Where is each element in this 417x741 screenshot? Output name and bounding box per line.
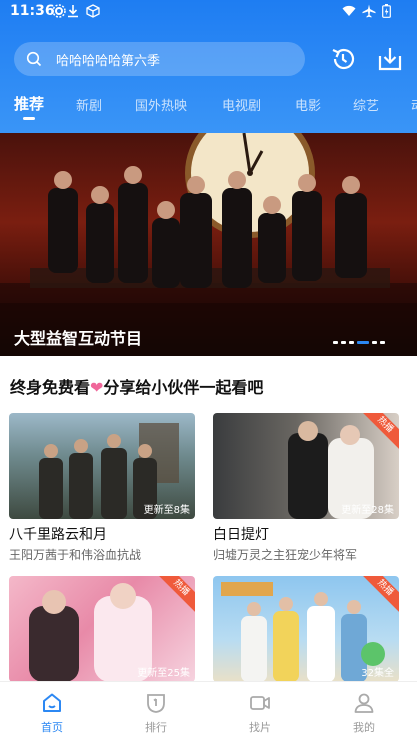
- history-button-icon[interactable]: [329, 45, 357, 73]
- tab-movies[interactable]: 电影: [295, 95, 321, 114]
- ranking-icon: [147, 694, 165, 713]
- heart-icon: ❤: [90, 378, 104, 397]
- carousel-dot: [380, 341, 385, 344]
- carousel-dot-active: [357, 341, 369, 344]
- status-bar: 11:36: [0, 0, 417, 26]
- tab-foreign-hits[interactable]: 国外热映: [135, 95, 187, 114]
- download-button-icon[interactable]: [376, 45, 404, 73]
- tab-recommend[interactable]: 推荐: [14, 93, 44, 114]
- banner-image: [0, 133, 417, 356]
- episode-status: 更新至25集: [137, 668, 190, 679]
- user-icon: [354, 693, 374, 713]
- home-icon: [43, 693, 61, 712]
- settings-gear-icon: [52, 4, 66, 18]
- card-title: 八千里路云和月: [9, 527, 107, 543]
- tab-tv-series[interactable]: 电视剧: [222, 95, 261, 114]
- carousel-dot: [341, 341, 346, 344]
- video-card[interactable]: 热播 更新至28集 白日提灯 归墟万灵之主狂宠少年将军: [213, 413, 399, 563]
- carousel-dot: [349, 341, 354, 344]
- section-title: 终身免费看❤分享给小伙伴一起看吧: [10, 374, 263, 398]
- section-title-part-1: 终身免费看: [10, 378, 91, 397]
- nav-home[interactable]: 首页: [0, 682, 104, 741]
- video-card[interactable]: 热播 32集全: [213, 576, 399, 682]
- nav-ranking-label: 排行: [145, 721, 167, 734]
- active-tab-indicator: [23, 117, 35, 120]
- tab-new-drama[interactable]: 新剧: [76, 95, 102, 114]
- search-query-text: 哈哈哈哈哈第六季: [56, 54, 161, 69]
- nav-home-label: 首页: [41, 721, 63, 734]
- app-header: 11:36 哈哈哈哈哈第六季 推荐 新剧 国外热映 电视剧 电影 综艺: [0, 0, 417, 133]
- search-icon: [26, 51, 42, 67]
- bottom-navigation: 首页 排行 找片 我的: [0, 681, 417, 741]
- video-camera-icon: [250, 696, 270, 710]
- episode-status: 更新至8集: [143, 505, 190, 516]
- episode-status: 32集全: [361, 668, 394, 679]
- card-title: 白日提灯: [213, 527, 269, 543]
- nav-ranking[interactable]: 排行: [104, 682, 208, 741]
- featured-banner[interactable]: 大型益智互动节目: [0, 133, 417, 356]
- card-thumbnail: 热播 更新至28集: [213, 413, 399, 519]
- status-time: 11:36: [10, 3, 55, 19]
- category-tabs: 推荐 新剧 国外热映 电视剧 电影 综艺 动: [0, 92, 417, 122]
- nav-find-video[interactable]: 找片: [208, 682, 312, 741]
- card-subtitle: 王阳万茜于和伟浴血抗战: [9, 548, 142, 562]
- video-card[interactable]: 更新至8集 八千里路云和月 王阳万茜于和伟浴血抗战: [9, 413, 195, 563]
- nav-profile[interactable]: 我的: [312, 682, 416, 741]
- tab-anime[interactable]: 动: [411, 95, 417, 114]
- video-card[interactable]: 热播 更新至25集: [9, 576, 195, 682]
- battery-icon: [382, 4, 391, 18]
- card-subtitle: 归墟万灵之主狂宠少年将军: [213, 548, 358, 562]
- search-bar[interactable]: 哈哈哈哈哈第六季: [14, 42, 305, 76]
- tab-variety[interactable]: 综艺: [353, 95, 379, 114]
- section-title-part-2: 分享给小伙伴一起看吧: [103, 378, 264, 397]
- carousel-dot: [333, 341, 338, 344]
- episode-status: 更新至28集: [341, 505, 394, 516]
- carousel-dot: [372, 341, 377, 344]
- card-thumbnail: 热播 32集全: [213, 576, 399, 682]
- nav-profile-label: 我的: [353, 721, 375, 734]
- wifi-icon: [342, 5, 356, 16]
- download-icon: [68, 5, 78, 18]
- card-thumbnail: 热播 更新至25集: [9, 576, 195, 682]
- banner-title: 大型益智互动节目: [14, 329, 143, 348]
- cube-icon: [86, 4, 100, 18]
- nav-find-video-label: 找片: [249, 721, 271, 734]
- airplane-mode-icon: [362, 4, 376, 18]
- card-thumbnail: 更新至8集: [9, 413, 195, 519]
